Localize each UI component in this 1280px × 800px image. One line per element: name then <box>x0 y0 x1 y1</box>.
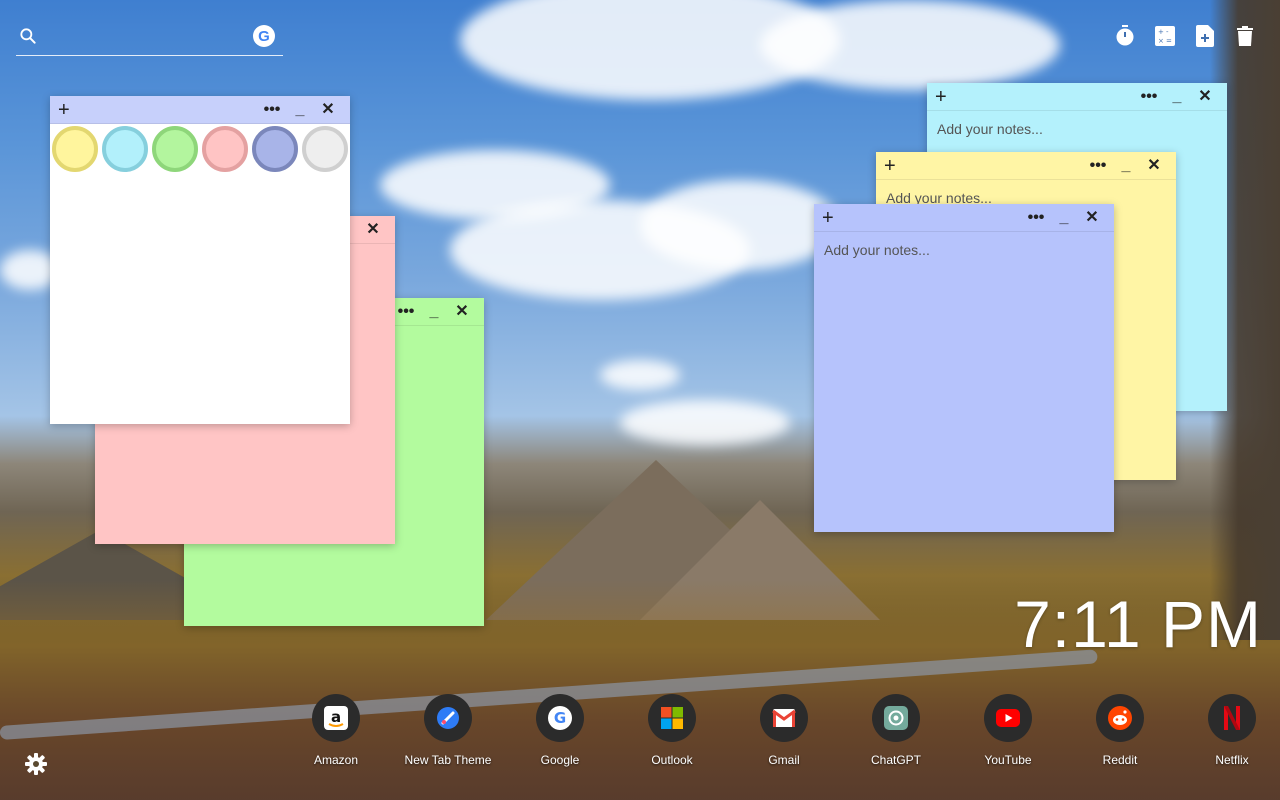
swatch-cyan[interactable] <box>102 126 148 172</box>
shortcuts-dock: a Amazon New Tab Theme G Google Outlook … <box>280 694 1280 767</box>
trash-icon[interactable] <box>1234 24 1256 48</box>
shortcut-netflix[interactable]: Netflix <box>1176 694 1280 767</box>
note-header: + ••• _ ✕ <box>814 204 1114 232</box>
new-note-icon[interactable] <box>1194 24 1216 48</box>
shortcut-youtube[interactable]: YouTube <box>952 694 1064 767</box>
swatch-yellow[interactable] <box>52 126 98 172</box>
svg-text:a: a <box>331 708 341 726</box>
note-textarea[interactable] <box>814 232 1114 532</box>
svg-text:+: + <box>1158 28 1164 36</box>
search-icon <box>20 28 36 44</box>
close-button[interactable]: ✕ <box>448 303 476 320</box>
toolbar: + - × = <box>1114 24 1256 48</box>
shortcut-label: New Tab Theme <box>404 753 492 767</box>
reddit-icon <box>1096 694 1144 742</box>
svg-text:G: G <box>554 709 566 727</box>
new-tab-theme-icon <box>424 694 472 742</box>
gmail-icon <box>760 694 808 742</box>
shortcut-label: Google <box>540 753 580 767</box>
color-picker-note: + ••• _ ✕ <box>50 96 350 424</box>
swatch-grey[interactable] <box>302 126 348 172</box>
outlook-icon <box>648 694 696 742</box>
swatch-pink[interactable] <box>202 126 248 172</box>
shortcut-label: Outlook <box>651 753 693 767</box>
add-note-button[interactable]: + <box>884 156 900 176</box>
note-header: + ••• _ ✕ <box>927 83 1227 111</box>
close-button[interactable]: ✕ <box>1140 157 1168 174</box>
swatch-blue[interactable] <box>252 126 298 172</box>
more-options-button[interactable]: ••• <box>1022 209 1050 226</box>
svg-text:=: = <box>1166 37 1172 45</box>
shortcut-amazon[interactable]: a Amazon <box>280 694 392 767</box>
minimize-button[interactable]: _ <box>286 101 314 118</box>
close-button[interactable]: ✕ <box>314 101 342 118</box>
shortcut-label: Amazon <box>313 753 359 767</box>
shortcut-label: YouTube <box>984 753 1032 767</box>
minimize-button[interactable]: _ <box>1163 88 1191 105</box>
shortcut-new-tab-theme[interactable]: New Tab Theme <box>392 694 504 767</box>
amazon-icon: a <box>312 694 360 742</box>
close-button[interactable]: ✕ <box>1191 88 1219 105</box>
search-bar: G <box>16 22 283 56</box>
svg-text:×: × <box>1158 37 1164 45</box>
shortcut-label: Gmail <box>768 753 800 767</box>
more-options-button[interactable]: ••• <box>392 303 420 320</box>
clock: 7:11 PM <box>1014 587 1262 661</box>
blue-note: + ••• _ ✕ <box>814 204 1114 532</box>
add-note-button[interactable]: + <box>822 208 838 228</box>
color-swatches <box>50 124 350 172</box>
add-note-button[interactable]: + <box>58 100 74 120</box>
shortcut-outlook[interactable]: Outlook <box>616 694 728 767</box>
search-input[interactable] <box>50 24 250 50</box>
minimize-button[interactable]: _ <box>1112 157 1140 174</box>
swatch-green[interactable] <box>152 126 198 172</box>
shortcut-label: Reddit <box>1102 753 1138 767</box>
shortcut-gmail[interactable]: Gmail <box>728 694 840 767</box>
more-options-button[interactable]: ••• <box>1084 157 1112 174</box>
timer-icon[interactable] <box>1114 24 1136 48</box>
note-header: + ••• _ ✕ <box>876 152 1176 180</box>
shortcut-reddit[interactable]: Reddit <box>1064 694 1176 767</box>
add-note-button[interactable]: + <box>935 87 951 107</box>
shortcut-label: Netflix <box>1215 753 1249 767</box>
shortcut-label: ChatGPT <box>870 753 921 767</box>
google-icon: G <box>536 694 584 742</box>
minimize-button[interactable]: _ <box>1050 209 1078 226</box>
shortcut-chatgpt[interactable]: ChatGPT <box>840 694 952 767</box>
calculator-icon[interactable]: + - × = <box>1154 24 1176 48</box>
note-header: + ••• _ ✕ <box>50 96 350 124</box>
youtube-icon <box>984 694 1032 742</box>
shortcut-google[interactable]: G Google <box>504 694 616 767</box>
minimize-button[interactable]: _ <box>420 303 448 320</box>
google-search-icon[interactable]: G <box>253 25 275 47</box>
close-button[interactable]: ✕ <box>359 221 387 238</box>
more-options-button[interactable]: ••• <box>258 101 286 118</box>
close-button[interactable]: ✕ <box>1078 209 1106 226</box>
more-options-button[interactable]: ••• <box>1135 88 1163 105</box>
settings-icon[interactable] <box>24 752 48 776</box>
netflix-icon <box>1208 694 1256 742</box>
chatgpt-icon <box>872 694 920 742</box>
